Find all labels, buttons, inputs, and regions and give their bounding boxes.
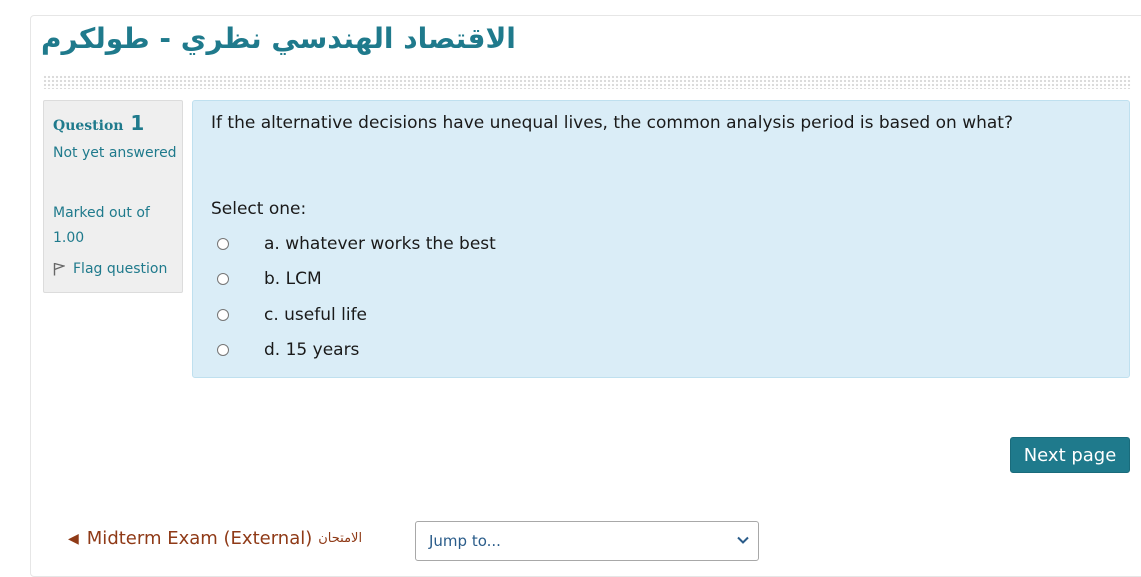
radio-button[interactable] xyxy=(217,344,229,357)
question-text: If the alternative decisions have unequa… xyxy=(211,113,1013,133)
answer-option-b[interactable]: b. LCM xyxy=(217,262,496,298)
radio-button[interactable] xyxy=(217,308,229,321)
question-state: Not yet answered xyxy=(53,145,177,161)
answer-option-c[interactable]: c. useful life xyxy=(217,297,496,333)
question-number: Question 1 xyxy=(53,111,144,135)
answer-option-label: a. whatever works the best xyxy=(264,233,496,254)
dotted-divider xyxy=(43,75,1131,89)
radio-button[interactable] xyxy=(217,237,229,250)
answer-options: a. whatever works the best b. LCM c. use… xyxy=(217,226,496,368)
flag-question-label: Flag question xyxy=(73,261,168,277)
question-number-value: 1 xyxy=(130,111,145,135)
question-label: Question xyxy=(53,118,124,134)
answer-option-label: b. LCM xyxy=(264,269,322,290)
jump-to-select[interactable]: Jump to... xyxy=(415,521,759,561)
chevron-down-icon xyxy=(737,536,749,544)
answer-option-a[interactable]: a. whatever works the best xyxy=(217,226,496,262)
answer-option-d[interactable]: d. 15 years xyxy=(217,333,496,369)
flag-icon xyxy=(53,262,65,276)
next-page-button[interactable]: Next page xyxy=(1010,437,1130,473)
answer-option-label: c. useful life xyxy=(264,304,368,325)
left-triangle-icon: ◀ xyxy=(68,530,79,547)
select-prompt: Select one: xyxy=(211,199,307,219)
previous-activity-arabic: الامتحان xyxy=(318,531,363,546)
previous-activity-link[interactable]: ◀ Midterm Exam (External) الامتحان xyxy=(68,528,362,549)
flag-question-link[interactable]: Flag question xyxy=(53,261,167,277)
page-title: الاقتصاد الهندسي نظري - طولكرم xyxy=(41,22,516,55)
question-grade: Marked out of 1.00 xyxy=(53,205,150,246)
jump-to-label: Jump to... xyxy=(429,532,501,550)
answer-option-label: d. 15 years xyxy=(264,340,360,361)
previous-activity-label: Midterm Exam (External) xyxy=(86,528,313,549)
question-content: If the alternative decisions have unequa… xyxy=(192,100,1130,378)
radio-button[interactable] xyxy=(217,273,229,286)
question-info-panel: Question 1 Not yet answered Marked out o… xyxy=(43,100,183,293)
